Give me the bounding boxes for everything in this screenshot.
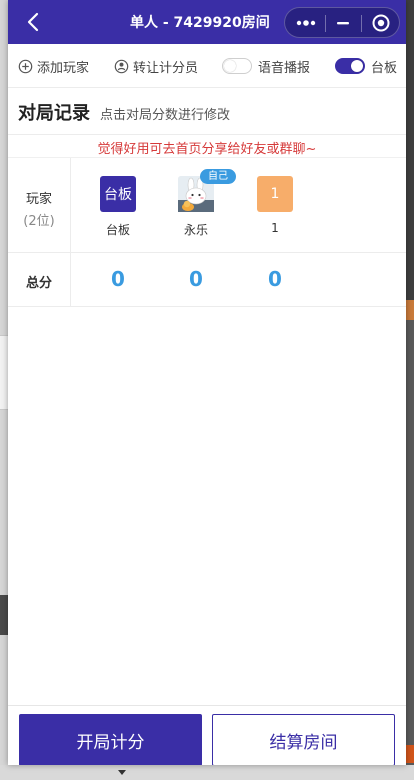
player-self[interactable]: 自己 永乐: [166, 169, 236, 238]
section-title: 对局记录: [18, 103, 90, 124]
add-player-label: 添加玩家: [37, 60, 90, 76]
close-target-icon[interactable]: [371, 13, 391, 33]
bottom-action-bar: 开局计分 结算房间: [8, 705, 406, 765]
capsule-divider: [361, 15, 362, 32]
back-icon[interactable]: [22, 10, 46, 34]
transfer-scorer-label: 转让计分员: [133, 60, 199, 76]
board-switch[interactable]: [335, 58, 365, 74]
background-dropdown-arrow: [118, 770, 126, 775]
voice-broadcast-switch[interactable]: [222, 58, 252, 74]
nav-bar: 单人 - 7429920房间: [8, 0, 406, 44]
mini-program-window: 单人 - 7429920房间 添加玩家 转让计分员 语音播报 台板 对局记录 点…: [8, 0, 406, 765]
avatar: 1: [257, 176, 293, 212]
toolbar: 添加玩家 转让计分员 语音播报 台板: [8, 44, 406, 88]
players-label-cell: 玩家 (2位): [8, 158, 71, 252]
background-bottom-strip: [0, 765, 414, 780]
total-score[interactable]: 0: [245, 267, 305, 291]
players-count: (2位): [23, 214, 55, 229]
start-scoring-button[interactable]: 开局计分: [19, 714, 202, 765]
board-toggle[interactable]: 台板: [335, 56, 397, 76]
board-label: 台板: [371, 60, 398, 76]
settle-room-button[interactable]: 结算房间: [212, 714, 395, 765]
add-circle-icon: [18, 59, 33, 73]
background-right-accent-2: [406, 745, 414, 763]
player-one[interactable]: 1 1: [245, 176, 305, 235]
players-label: 玩家: [25, 192, 52, 207]
user-circle-icon: [114, 59, 129, 73]
more-icon[interactable]: [295, 17, 317, 29]
self-badge: 自己: [200, 169, 236, 184]
avatar: 台板: [100, 176, 136, 212]
background-right-top: [406, 0, 414, 300]
section-subtitle: 点击对局分数进行修改: [100, 108, 231, 123]
capsule-menu: [284, 7, 400, 38]
capsule-divider: [325, 15, 326, 32]
total-label: 总分: [25, 276, 52, 291]
avatar: 自己: [178, 169, 236, 212]
transfer-scorer-button[interactable]: 转让计分员: [114, 56, 198, 76]
player-name: 台板: [105, 223, 130, 237]
total-label-cell: 总分: [8, 253, 71, 306]
avatar-text: 台板: [104, 187, 132, 203]
player-name: 1: [271, 221, 279, 235]
total-row: 总分 0 0 0: [8, 253, 406, 307]
voice-broadcast-label: 语音播报: [258, 60, 311, 76]
player-name: 永乐: [183, 223, 208, 237]
background-right-accent: [406, 300, 414, 320]
record-section-header: 对局记录 点击对局分数进行修改: [8, 89, 406, 135]
voice-broadcast-toggle[interactable]: 语音播报: [222, 56, 310, 76]
players-row: 玩家 (2位) 台板 台板 自己 永乐 1 1: [8, 158, 406, 253]
add-player-button[interactable]: 添加玩家: [18, 56, 89, 76]
player-board[interactable]: 台板 台板: [88, 176, 148, 238]
page-title: 单人 - 7429920房间: [130, 15, 270, 31]
avatar-text: 1: [270, 186, 280, 202]
minimize-icon[interactable]: [336, 17, 350, 29]
share-hint: 觉得好用可去首页分享给好友或群聊~: [8, 138, 406, 158]
total-score[interactable]: 0: [88, 267, 148, 291]
total-score[interactable]: 0: [166, 267, 226, 291]
